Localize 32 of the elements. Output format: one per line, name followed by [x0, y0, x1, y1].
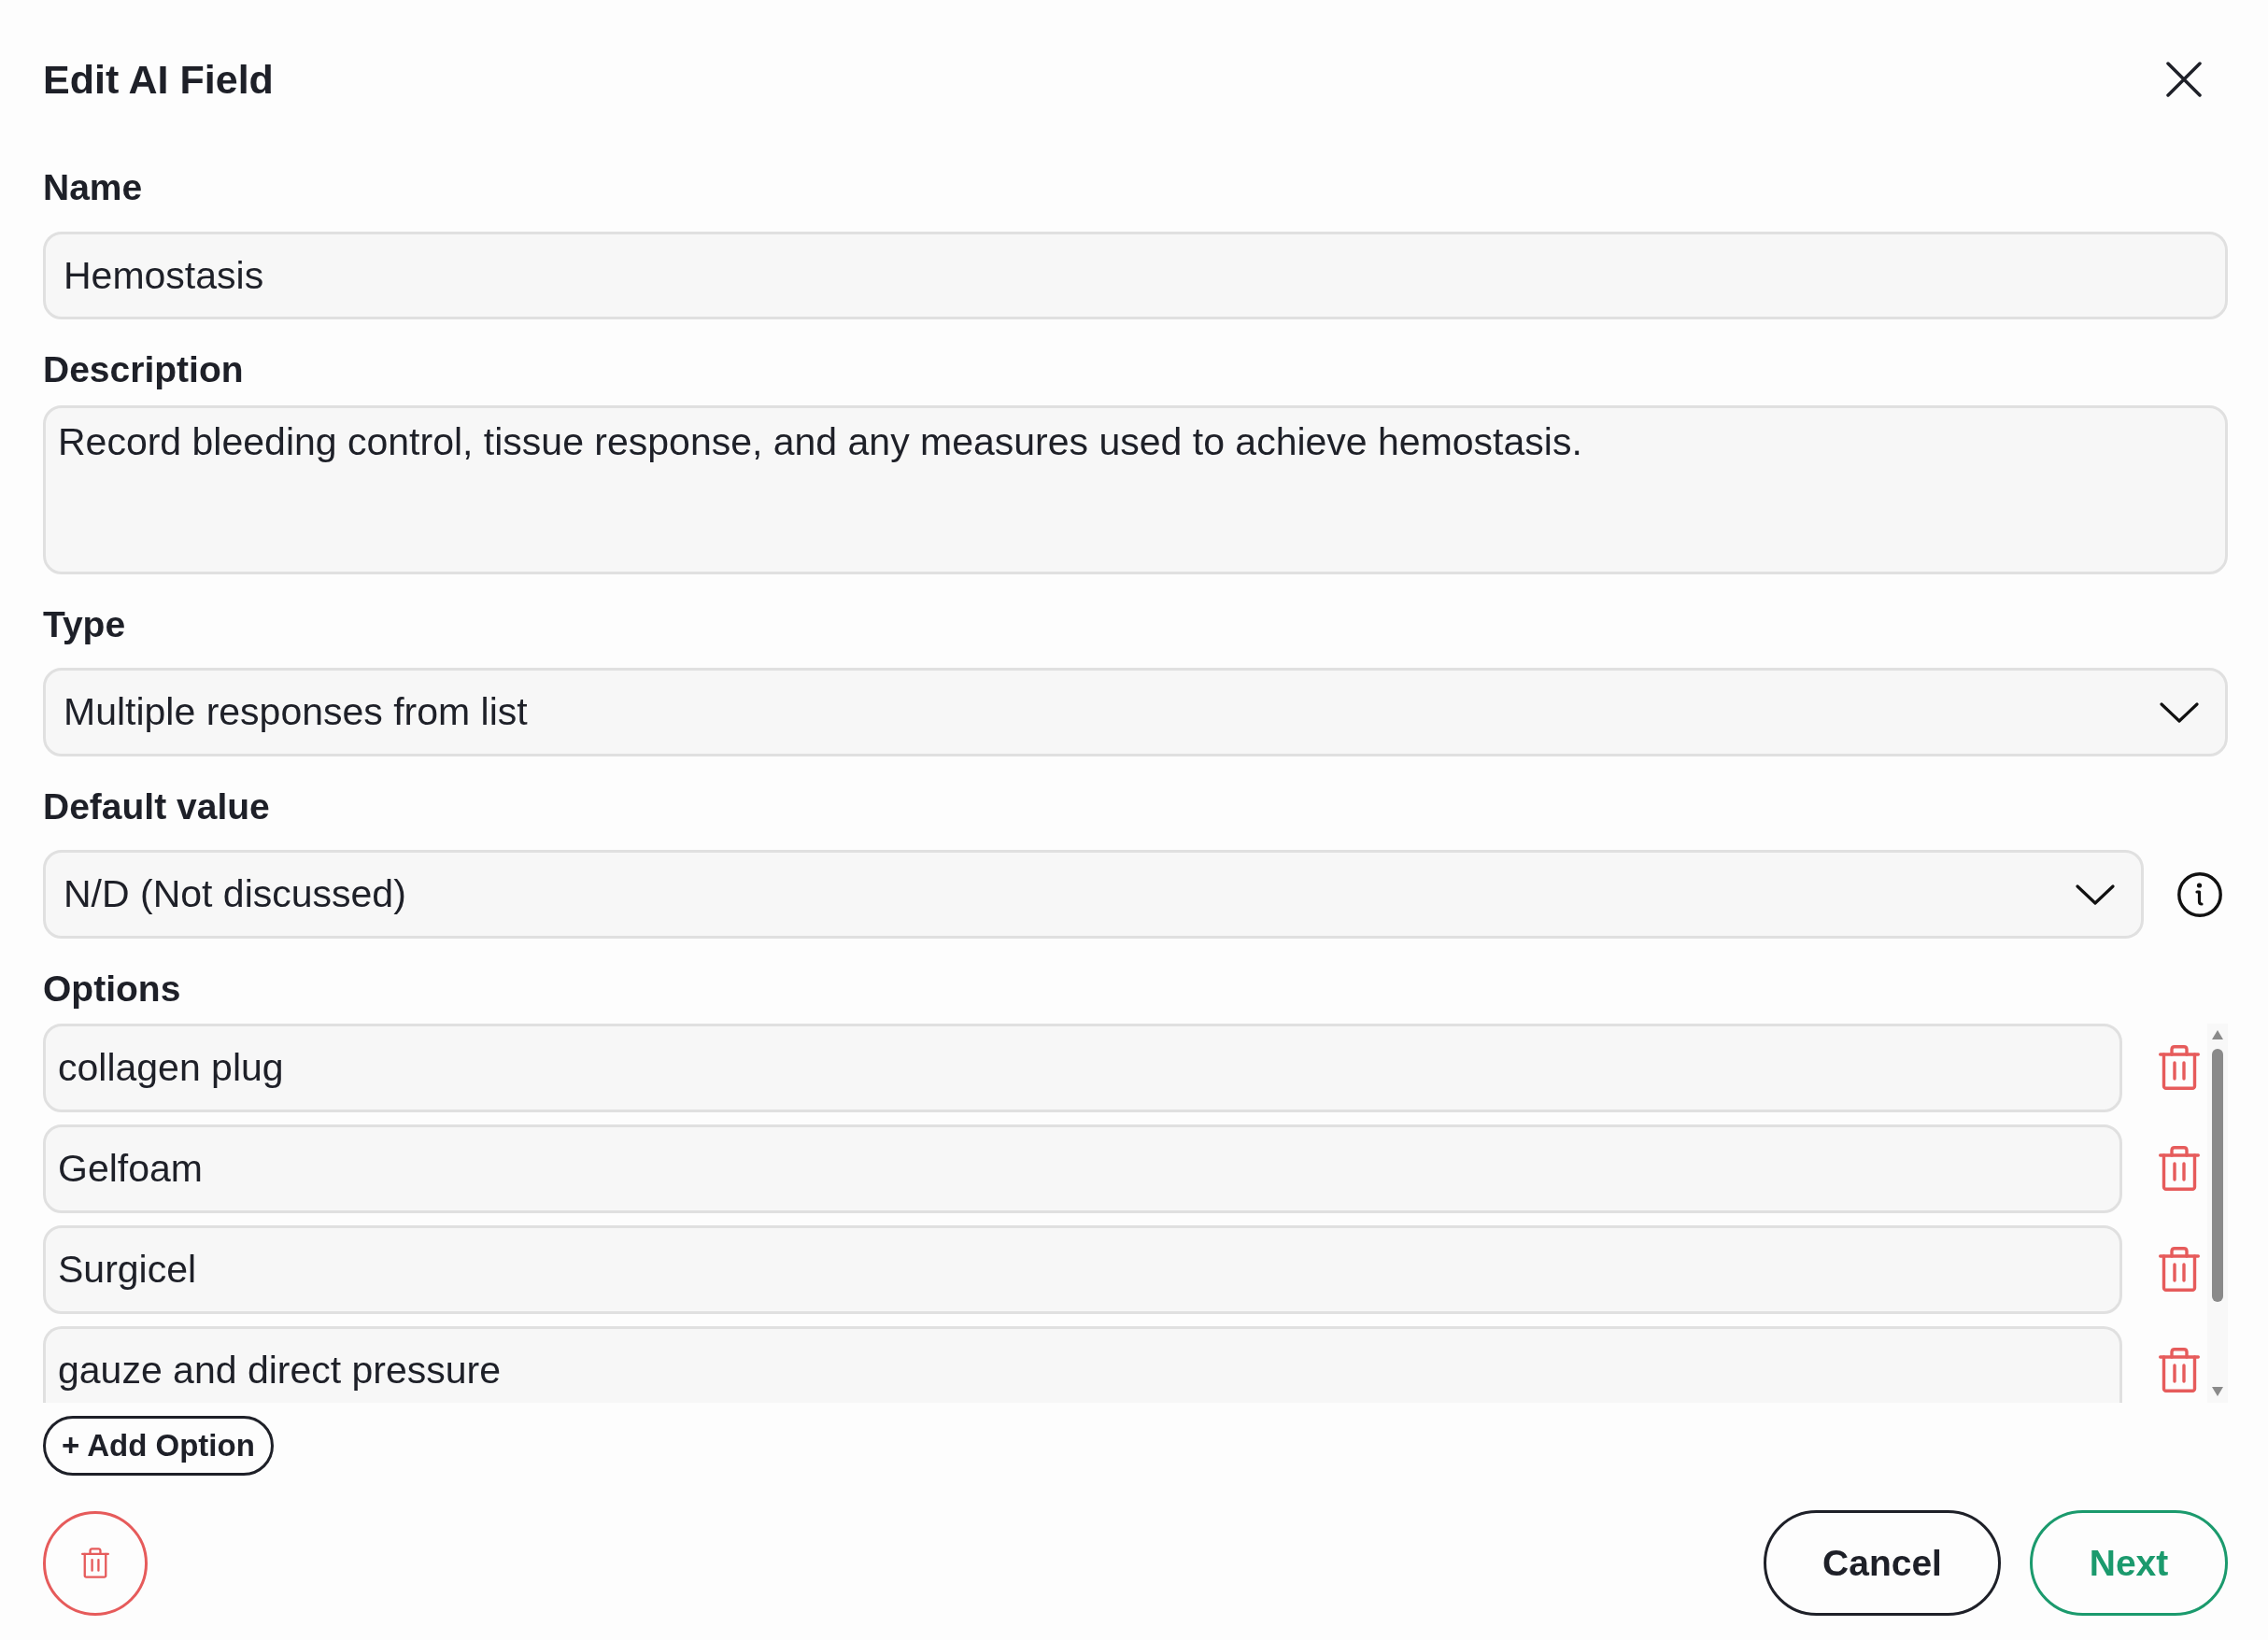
option-input[interactable]: collagen plug — [43, 1024, 2122, 1112]
text-input[interactable]: Hemostasis — [43, 232, 2228, 319]
text-area[interactable]: Record bleeding control, tissue response, and any measures used to achieve hemostasis. — [43, 405, 2228, 574]
delete-field-button[interactable] — [43, 1510, 148, 1616]
add-option-button[interactable]: + Add Option — [43, 1416, 274, 1476]
close-button[interactable] — [2166, 62, 2202, 97]
dialog-title: Edit AI Field — [43, 56, 274, 104]
trash-icon — [2159, 1045, 2200, 1090]
trash-icon — [2159, 1247, 2200, 1292]
trash-icon — [2159, 1146, 2200, 1191]
select-field[interactable]: Multiple responses from list — [43, 668, 2228, 756]
option-input[interactable]: Surgicel — [43, 1225, 2122, 1314]
delete-option-button[interactable] — [2159, 1247, 2200, 1292]
field-label: Type — [43, 603, 126, 646]
delete-option-button[interactable] — [2159, 1348, 2200, 1393]
info-icon[interactable] — [2177, 871, 2222, 917]
field-label: Options — [43, 968, 181, 1011]
field-label: Default value — [43, 785, 270, 828]
option-input[interactable]: gauze and direct pressure — [43, 1326, 2122, 1403]
trash-icon — [2159, 1348, 2200, 1393]
delete-option-button[interactable] — [2159, 1045, 2200, 1090]
chevron-down-icon — [2076, 884, 2115, 905]
next-button[interactable]: Next — [2030, 1510, 2228, 1616]
delete-option-button[interactable] — [2159, 1146, 2200, 1191]
close-icon — [2166, 62, 2202, 97]
cancel-button[interactable]: Cancel — [1764, 1510, 2001, 1616]
trash-icon — [81, 1548, 109, 1578]
option-input[interactable]: Gelfoam — [43, 1124, 2122, 1213]
select-field[interactable]: N/D (Not discussed) — [43, 850, 2144, 939]
field-label: Description — [43, 348, 244, 391]
field-label: Name — [43, 166, 143, 209]
chevron-down-icon — [2160, 701, 2199, 723]
